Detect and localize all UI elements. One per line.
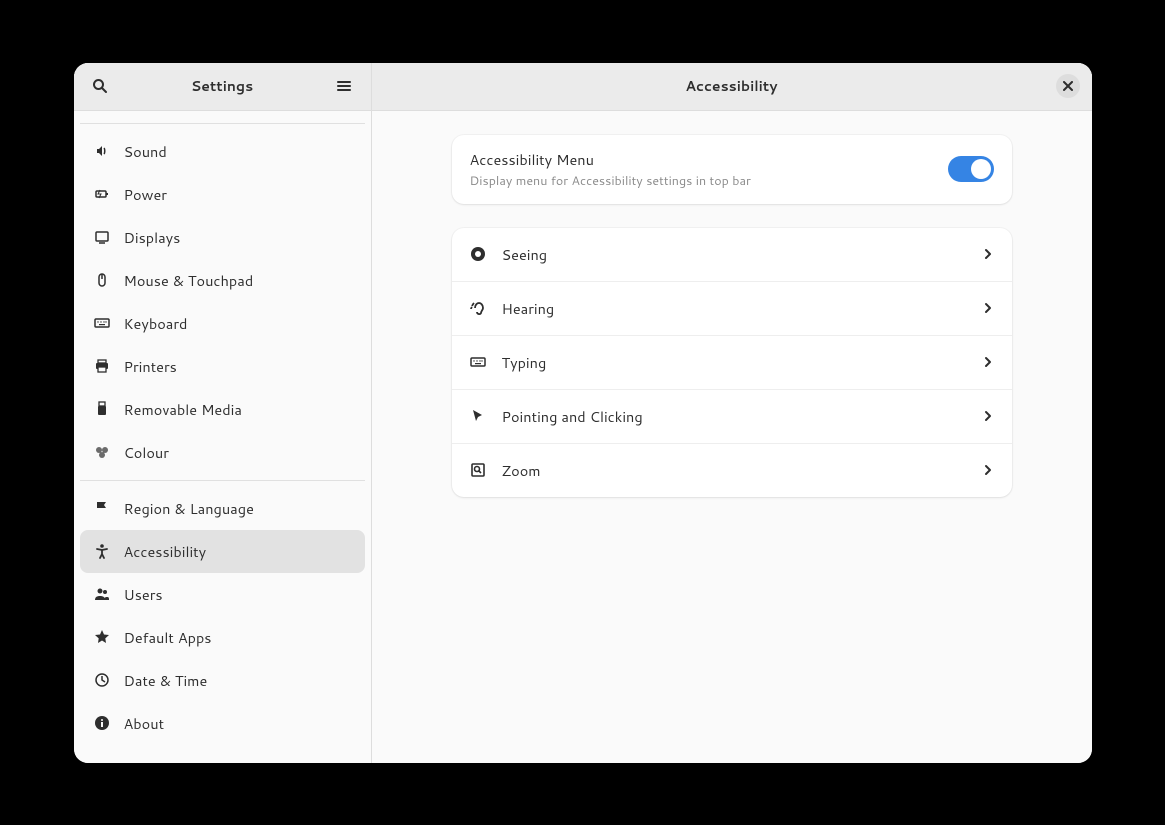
category-zoom[interactable]: Zoom [452,443,1012,497]
toggle-title: Accessibility Menu [470,149,751,170]
categories-card: Seeing Hearing Typing [452,228,1012,497]
sidebar-item-label: Default Apps [124,627,212,648]
sidebar-item-sound[interactable]: Sound [80,130,365,173]
sidebar-item-date-time[interactable]: Date & Time [80,659,365,702]
sidebar-item-removable-media[interactable]: Removable Media [80,388,365,431]
category-pointing[interactable]: Pointing and Clicking [452,389,1012,443]
eye-icon [470,246,486,262]
mouse-icon [94,272,110,288]
sidebar-item-label: Mouse & Touchpad [124,270,254,291]
display-icon [94,229,110,245]
printer-icon [94,358,110,374]
category-label: Zoom [502,460,541,481]
category-label: Pointing and Clicking [502,406,643,427]
search-icon [92,78,108,94]
sidebar-item-label: Region & Language [124,498,254,519]
toggle-knob [971,159,991,179]
flag-icon [94,500,110,516]
sidebar-item-users[interactable]: Users [80,573,365,616]
sidebar-header: Settings [74,63,371,111]
sidebar-item-printers[interactable]: Printers [80,345,365,388]
main-content: Accessibility Menu Display menu for Acce… [372,111,1092,763]
chevron-right-icon [982,248,994,260]
keyboard-icon [94,315,110,331]
toggle-labels: Accessibility Menu Display menu for Acce… [470,149,751,190]
speaker-icon [94,143,110,159]
sidebar-item-label: Date & Time [124,670,208,691]
sidebar: Settings Sound Power Displays [74,63,372,763]
sidebar-item-label: Colour [124,442,169,463]
accessibility-icon [94,543,110,559]
chevron-right-icon [982,464,994,476]
sidebar-item-region[interactable]: Region & Language [80,487,365,530]
sidebar-item-label: Sound [124,141,167,162]
ear-icon [470,300,486,316]
sidebar-divider [80,123,365,124]
sidebar-item-accessibility[interactable]: Accessibility [80,530,365,573]
category-hearing[interactable]: Hearing [452,281,1012,335]
users-icon [94,586,110,602]
sidebar-item-label: Accessibility [124,541,207,562]
sidebar-item-default-apps[interactable]: Default Apps [80,616,365,659]
sidebar-item-label: Printers [124,356,177,377]
cursor-icon [470,408,486,424]
category-label: Seeing [502,244,548,265]
sidebar-item-keyboard[interactable]: Keyboard [80,302,365,345]
sidebar-item-label: Displays [124,227,181,248]
close-icon [1063,81,1073,91]
info-icon [94,715,110,731]
zoom-icon [470,462,486,478]
main-header: Accessibility [372,63,1092,111]
hamburger-icon [336,78,352,94]
usb-icon [94,401,110,417]
category-label: Typing [502,352,547,373]
toggle-subtitle: Display menu for Accessibility settings … [470,172,751,190]
page-title: Accessibility [685,76,777,96]
sidebar-item-colour[interactable]: Colour [80,431,365,474]
category-label: Hearing [502,298,555,319]
star-icon [94,629,110,645]
colour-icon [94,444,110,460]
sidebar-item-power[interactable]: Power [80,173,365,216]
sidebar-item-label: About [124,713,165,734]
sidebar-divider [80,480,365,481]
accessibility-menu-toggle[interactable] [948,156,994,182]
accessibility-menu-card: Accessibility Menu Display menu for Acce… [452,135,1012,204]
main-panel: Accessibility Accessibility Menu Display… [372,63,1092,763]
sidebar-title: Settings [191,76,253,96]
close-button[interactable] [1056,74,1080,98]
sidebar-item-mouse[interactable]: Mouse & Touchpad [80,259,365,302]
sidebar-item-label: Keyboard [124,313,188,334]
sidebar-list: Sound Power Displays Mouse & Touchpad Ke… [74,111,371,763]
sidebar-item-label: Users [124,584,163,605]
accessibility-menu-row: Accessibility Menu Display menu for Acce… [452,135,1012,204]
battery-icon [94,186,110,202]
sidebar-item-displays[interactable]: Displays [80,216,365,259]
chevron-right-icon [982,302,994,314]
search-button[interactable] [88,74,112,98]
category-seeing[interactable]: Seeing [452,228,1012,281]
sidebar-item-label: Power [124,184,167,205]
menu-button[interactable] [332,74,356,98]
keyboard-icon [470,354,486,370]
sidebar-item-about[interactable]: About [80,702,365,745]
clock-icon [94,672,110,688]
chevron-right-icon [982,410,994,422]
sidebar-item-label: Removable Media [124,399,242,420]
chevron-right-icon [982,356,994,368]
category-typing[interactable]: Typing [452,335,1012,389]
settings-window: Settings Sound Power Displays [74,63,1092,763]
